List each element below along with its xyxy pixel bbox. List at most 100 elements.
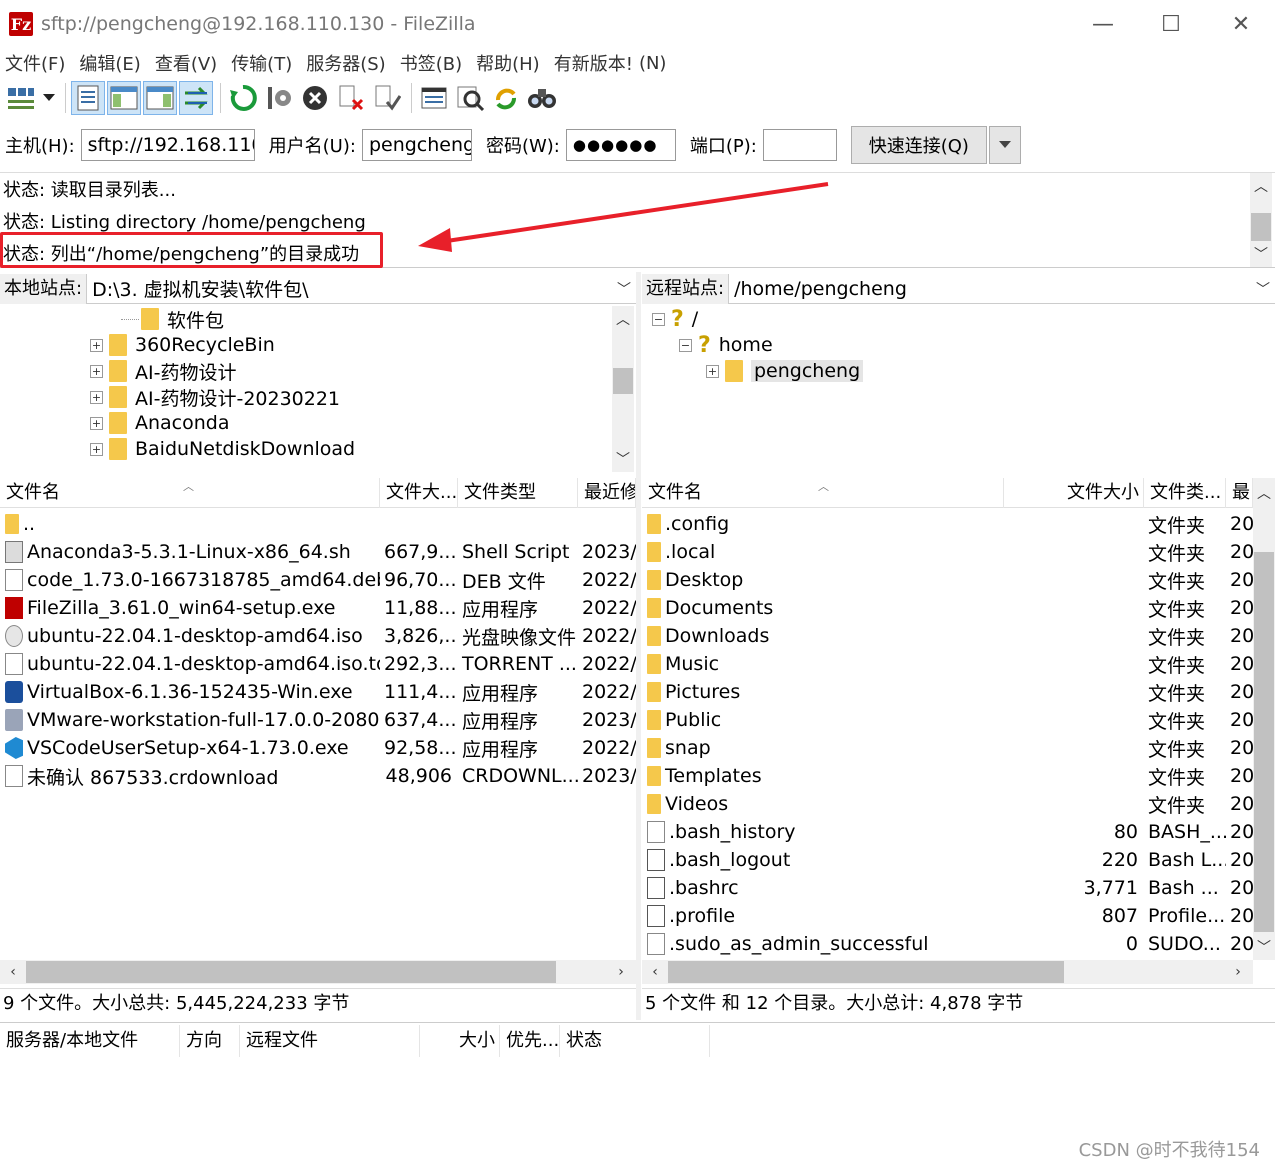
toggle-log-icon[interactable] — [71, 81, 105, 115]
menu-file[interactable]: 文件(F) — [5, 50, 65, 76]
scroll-right-icon[interactable]: › — [610, 961, 632, 983]
maximize-button[interactable]: ☐ — [1156, 10, 1186, 40]
file-row[interactable]: Documents 文件夹 20 — [642, 594, 1253, 622]
file-row[interactable]: VMware-workstation-full-17.0.0-2080... 63… — [0, 706, 636, 734]
host-input[interactable]: sftp://192.168.110. — [80, 129, 255, 161]
site-manager-icon[interactable] — [4, 81, 38, 115]
menu-transfer[interactable]: 传输(T) — [231, 50, 292, 76]
process-queue-icon[interactable] — [262, 81, 296, 115]
collapse-icon[interactable]: − — [652, 312, 665, 326]
tree-item[interactable]: + BaiduNetdiskDownload — [90, 436, 355, 462]
expand-icon[interactable]: + — [90, 416, 103, 430]
tree-item-selected[interactable]: + pengcheng — [706, 358, 864, 384]
remote-path-input[interactable]: /home/pengcheng — [729, 278, 1251, 300]
quickconnect-history-button[interactable] — [988, 126, 1021, 164]
file-row[interactable]: code_1.73.0-1667318785_amd64.deb 96,70...… — [0, 566, 636, 594]
column-modified[interactable]: 最近修 — [578, 477, 636, 508]
column-filetype[interactable]: 文件类型 — [458, 477, 578, 508]
file-row[interactable]: .sudo_as_admin_successful 0 SUDO... 20 — [642, 930, 1253, 958]
scrollbar-thumb[interactable] — [26, 961, 556, 983]
column-modified[interactable]: 最 — [1226, 477, 1253, 508]
tree-item[interactable]: − ? home — [679, 332, 773, 358]
file-row[interactable]: .bashrc 3,771 Bash ... 20 — [642, 874, 1253, 902]
column-filesize[interactable]: 文件大小 — [1004, 477, 1144, 508]
cancel-icon[interactable] — [298, 81, 332, 115]
chevron-down-icon[interactable]: ﹀ — [612, 279, 636, 299]
file-row[interactable]: Public 文件夹 20 — [642, 706, 1253, 734]
file-row[interactable]: Anaconda3-5.3.1-Linux-x86_64.sh 667,9... S… — [0, 538, 636, 566]
minimize-button[interactable]: — — [1088, 10, 1118, 40]
menu-help[interactable]: 帮助(H) — [476, 50, 540, 76]
local-path-input[interactable]: D:\3. 虚拟机安装\软件包\ — [87, 275, 612, 302]
local-hscrollbar[interactable]: ‹ › — [0, 960, 636, 984]
search-icon[interactable] — [525, 81, 559, 115]
scroll-down-icon[interactable]: ﹀ — [1250, 243, 1272, 265]
scroll-up-icon[interactable]: ︿ — [612, 308, 634, 330]
file-row[interactable]: Pictures 文件夹 20 — [642, 678, 1253, 706]
expand-icon[interactable]: + — [90, 364, 103, 378]
log-scrollbar[interactable]: ︿ ﹀ — [1250, 173, 1272, 267]
expand-icon[interactable]: + — [90, 338, 103, 352]
tree-item[interactable]: + AI-药物设计 — [90, 358, 236, 384]
tree-item[interactable]: + 360RecycleBin — [90, 332, 275, 358]
quickconnect-button[interactable]: 快速连接(Q) — [850, 126, 987, 164]
scroll-up-icon[interactable]: ︿ — [1250, 175, 1272, 197]
file-row[interactable]: .config 文件夹 20 — [642, 510, 1253, 538]
remote-hscrollbar[interactable]: ‹ › — [642, 960, 1253, 984]
scrollbar-thumb[interactable] — [668, 961, 1064, 983]
username-input[interactable]: pengcheng — [361, 129, 472, 161]
collapse-icon[interactable]: − — [679, 338, 692, 352]
scroll-left-icon[interactable]: ‹ — [2, 961, 24, 983]
queue-column-remote[interactable]: 远程文件 — [240, 1025, 420, 1057]
filter-icon[interactable] — [417, 81, 451, 115]
file-row[interactable]: Videos 文件夹 20 — [642, 790, 1253, 818]
scroll-up-icon[interactable]: ︿ — [1253, 482, 1275, 504]
queue-column-size[interactable]: 大小 — [420, 1025, 500, 1057]
toggle-queue-icon[interactable] — [179, 81, 213, 115]
local-tree-scrollbar[interactable]: ︿ ﹀ — [612, 306, 634, 472]
scrollbar-thumb[interactable] — [1251, 213, 1271, 241]
menu-bookmarks[interactable]: 书签(B) — [400, 50, 462, 76]
disconnect-icon[interactable] — [334, 81, 368, 115]
menu-new-version[interactable]: 有新版本! — [554, 50, 633, 76]
refresh-icon[interactable] — [226, 81, 260, 115]
dropdown-arrow-icon[interactable] — [40, 81, 58, 115]
menu-edit[interactable]: 编辑(E) — [79, 50, 140, 76]
sync-browse-icon[interactable] — [489, 81, 523, 115]
file-row[interactable]: FileZilla_3.61.0_win64-setup.exe 11,88...… — [0, 594, 636, 622]
queue-column-status[interactable]: 状态 — [560, 1025, 710, 1057]
local-file-list[interactable]: .. Anaconda3-5.3.1-Linux-x86_64.sh 667,9..… — [0, 510, 636, 960]
scrollbar-thumb[interactable] — [1254, 552, 1274, 932]
queue-column-local[interactable]: 服务器/本地文件 — [0, 1025, 180, 1057]
file-row[interactable]: VirtualBox-6.1.36-152435-Win.exe 111,4...… — [0, 678, 636, 706]
file-row[interactable]: .bash_logout 220 Bash L... 20 — [642, 846, 1253, 874]
toggle-local-tree-icon[interactable] — [107, 81, 141, 115]
password-input[interactable]: ●●●●●● — [565, 129, 676, 161]
file-row[interactable]: .profile 807 Profile... 20 — [642, 902, 1253, 930]
reconnect-icon[interactable] — [370, 81, 404, 115]
file-row[interactable]: Templates 文件夹 20 — [642, 762, 1253, 790]
scroll-right-icon[interactable]: › — [1227, 961, 1249, 983]
port-input[interactable] — [762, 129, 837, 161]
tree-item[interactable]: − ? / — [652, 306, 698, 332]
file-row[interactable]: Downloads 文件夹 20 — [642, 622, 1253, 650]
chevron-down-icon[interactable]: ﹀ — [1251, 279, 1275, 299]
compare-icon[interactable] — [453, 81, 487, 115]
queue-column-priority[interactable]: 优先... — [500, 1025, 560, 1057]
scroll-down-icon[interactable]: ﹀ — [612, 448, 634, 470]
expand-icon[interactable]: + — [90, 442, 103, 456]
toggle-remote-tree-icon[interactable] — [143, 81, 177, 115]
remote-list-scrollbar[interactable]: ︿ ﹀ — [1253, 478, 1275, 960]
file-row[interactable]: 未确认 867533.crdownload 48,906 CRDOWNL... 202… — [0, 762, 636, 790]
menu-new-version-shortcut[interactable]: (N) — [639, 53, 667, 74]
expand-icon[interactable]: + — [706, 364, 719, 378]
scrollbar-thumb[interactable] — [613, 368, 633, 394]
tree-item[interactable]: + AI-药物设计-20230221 — [90, 384, 340, 410]
file-row[interactable]: Music 文件夹 20 — [642, 650, 1253, 678]
menu-server[interactable]: 服务器(S) — [306, 50, 385, 76]
file-row[interactable]: VSCodeUserSetup-x64-1.73.0.exe 92,58... 应用… — [0, 734, 636, 762]
file-row[interactable]: .local 文件夹 20 — [642, 538, 1253, 566]
file-row[interactable]: Desktop 文件夹 20 — [642, 566, 1253, 594]
file-row[interactable]: ubuntu-22.04.1-desktop-amd64.iso.to... 29… — [0, 650, 636, 678]
menu-view[interactable]: 查看(V) — [155, 50, 217, 76]
